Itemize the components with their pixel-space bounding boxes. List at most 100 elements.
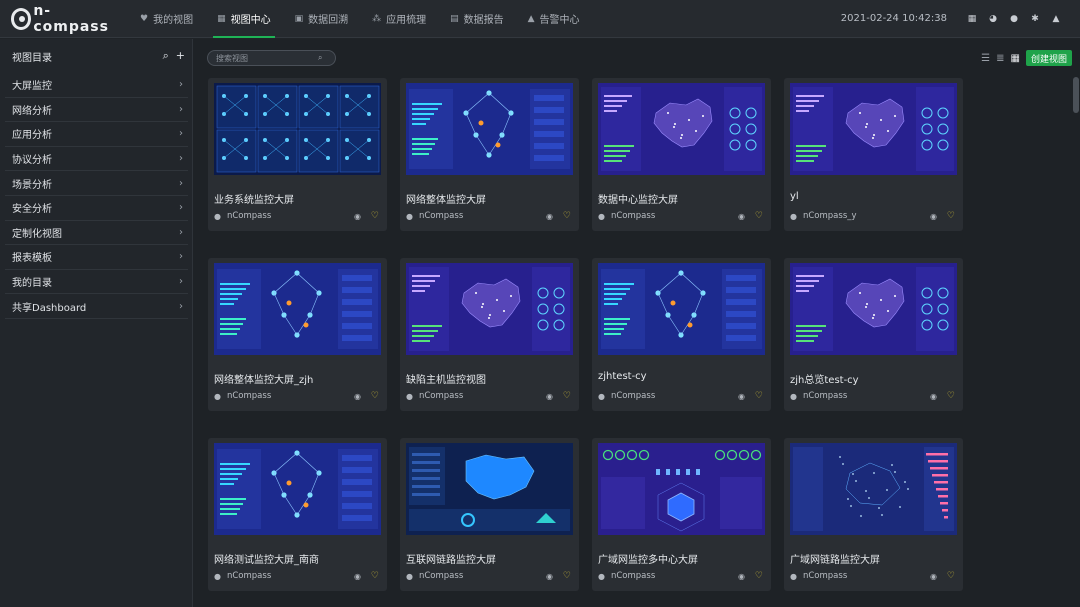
eye-icon[interactable]: ◉: [546, 572, 553, 581]
favorite-heart-icon[interactable]: ♡: [371, 391, 379, 401]
favorite-heart-icon[interactable]: ♡: [947, 391, 955, 401]
search-input[interactable]: [208, 53, 316, 63]
view-card[interactable]: 缺陷主机监控视图 ● nCompass ◉ ♡: [400, 258, 579, 411]
scrollbar[interactable]: [1072, 39, 1080, 607]
view-title[interactable]: 数据中心监控大屏: [598, 191, 678, 206]
view-title[interactable]: zjhtest-cy: [598, 371, 647, 382]
view-card[interactable]: yl ● nCompass_y ◉ ♡: [784, 78, 963, 231]
eye-icon[interactable]: ◉: [354, 572, 361, 581]
create-view-button[interactable]: 创建视图: [1025, 50, 1072, 66]
owner-name: nCompass: [610, 391, 656, 401]
eye-icon[interactable]: ◉: [546, 392, 553, 401]
eye-icon[interactable]: ◉: [930, 572, 937, 581]
view-card[interactable]: zjhtest-cy ● nCompass ◉ ♡: [592, 258, 771, 411]
sidebar-item-5[interactable]: 安全分析 ›: [5, 196, 188, 221]
view-title[interactable]: 广域网链路监控大屏: [790, 551, 880, 566]
favorite-heart-icon[interactable]: ♡: [755, 571, 763, 581]
list-view-icon[interactable]: ☰: [981, 53, 990, 64]
view-title[interactable]: 广域网监控多中心大屏: [598, 551, 698, 566]
view-thumbnail[interactable]: [214, 443, 381, 535]
eye-icon[interactable]: ◉: [738, 572, 745, 581]
search-box[interactable]: ⌕: [207, 50, 336, 66]
favorite-heart-icon[interactable]: ♡: [371, 211, 379, 221]
notification-icon[interactable]: ●: [1006, 11, 1022, 27]
view-thumbnail[interactable]: [790, 263, 957, 355]
view-thumbnail[interactable]: [790, 83, 957, 175]
favorite-heart-icon[interactable]: ♡: [755, 391, 763, 401]
view-thumbnail[interactable]: [214, 83, 381, 175]
search-icon[interactable]: ⌕: [318, 53, 322, 63]
favorite-heart-icon[interactable]: ♡: [371, 571, 379, 581]
nav-item-2[interactable]: ▣ 数据回溯: [283, 0, 361, 38]
favorite-heart-icon[interactable]: ♡: [563, 391, 571, 401]
nav-item-0[interactable]: ♥ 我的视图: [128, 0, 205, 38]
owner-name: nCompass: [418, 571, 464, 581]
view-card[interactable]: 网络测试监控大屏_南商 ● nCompass ◉ ♡: [208, 438, 387, 591]
eye-icon[interactable]: ◉: [354, 392, 361, 401]
settings-icon[interactable]: ✱: [1027, 11, 1043, 27]
favorite-heart-icon[interactable]: ♡: [947, 211, 955, 221]
add-icon[interactable]: +: [176, 49, 185, 63]
view-card[interactable]: zjh总览test-cy ● nCompass ◉ ♡: [784, 258, 963, 411]
sidebar-item-0[interactable]: 大屏监控 ›: [5, 73, 188, 98]
view-title[interactable]: 网络整体监控大屏_zjh: [214, 371, 313, 386]
nav-item-4[interactable]: ▤ 数据报告: [438, 0, 516, 38]
eye-icon[interactable]: ◉: [738, 212, 745, 221]
sidebar-item-4[interactable]: 场景分析 ›: [5, 171, 188, 196]
nav-item-1[interactable]: ▦ 视图中心: [205, 0, 283, 38]
sidebar-item-9[interactable]: 共享Dashboard ›: [5, 294, 188, 319]
eye-icon[interactable]: ◉: [930, 212, 937, 221]
sidebar-item-7[interactable]: 报表模板 ›: [5, 245, 188, 270]
view-thumbnail[interactable]: [406, 263, 573, 355]
search-icon[interactable]: ⌕: [163, 49, 169, 63]
view-card[interactable]: 网络整体监控大屏_zjh ● nCompass ◉ ♡: [208, 258, 387, 411]
view-card[interactable]: 网络整体监控大屏 ● nCompass ◉ ♡: [400, 78, 579, 231]
sidebar-item-label: 定制化视图: [12, 228, 62, 240]
view-card[interactable]: 广域网链路监控大屏 ● nCompass ◉ ♡: [784, 438, 963, 591]
view-thumbnail[interactable]: [598, 263, 765, 355]
view-thumbnail[interactable]: [790, 443, 957, 535]
view-card[interactable]: 业务系统监控大屏 ● nCompass ◉ ♡: [208, 78, 387, 231]
view-title[interactable]: yl: [790, 191, 799, 202]
view-title[interactable]: 网络测试监控大屏_南商: [214, 551, 319, 566]
scrollbar-thumb[interactable]: [1073, 77, 1079, 113]
card-footer: ● nCompass ◉ ♡: [214, 571, 381, 581]
eye-icon[interactable]: ◉: [546, 212, 553, 221]
view-thumbnail[interactable]: [406, 83, 573, 175]
view-title[interactable]: zjh总览test-cy: [790, 371, 859, 386]
view-thumbnail[interactable]: [598, 83, 765, 175]
view-card[interactable]: 广域网监控多中心大屏 ● nCompass ◉ ♡: [592, 438, 771, 591]
bell-icon: ▲: [527, 13, 535, 24]
view-thumbnail[interactable]: [406, 443, 573, 535]
view-title[interactable]: 互联网链路监控大屏: [406, 551, 496, 566]
view-title[interactable]: 缺陷主机监控视图: [406, 371, 486, 386]
grid-view-icon[interactable]: ▦: [1011, 53, 1020, 64]
eye-icon[interactable]: ◉: [354, 212, 361, 221]
user-icon[interactable]: ▲: [1048, 11, 1064, 27]
view-title[interactable]: 网络整体监控大屏: [406, 191, 486, 206]
eye-icon[interactable]: ◉: [738, 392, 745, 401]
favorite-heart-icon[interactable]: ♡: [563, 571, 571, 581]
nav-item-3[interactable]: ⁂ 应用梳理: [360, 0, 438, 38]
card-footer: ● nCompass_y ◉ ♡: [790, 211, 957, 221]
view-thumbnail[interactable]: [214, 263, 381, 355]
logo[interactable]: n-compass: [11, 3, 117, 35]
sidebar-item-3[interactable]: 协议分析 ›: [5, 147, 188, 172]
dashboard-icon[interactable]: ◕: [985, 11, 1001, 27]
favorite-heart-icon[interactable]: ♡: [563, 211, 571, 221]
detail-view-icon[interactable]: ≣: [996, 53, 1004, 64]
nav-item-5[interactable]: ▲ 告警中心: [516, 0, 592, 38]
sidebar-item-8[interactable]: 我的目录 ›: [5, 270, 188, 295]
sidebar-item-6[interactable]: 定制化视图 ›: [5, 221, 188, 246]
apps-icon[interactable]: ▦: [964, 11, 980, 27]
favorite-heart-icon[interactable]: ♡: [755, 211, 763, 221]
view-title[interactable]: 业务系统监控大屏: [214, 191, 294, 206]
view-thumbnail[interactable]: [598, 443, 765, 535]
view-card[interactable]: 数据中心监控大屏 ● nCompass ◉ ♡: [592, 78, 771, 231]
chevron-right-icon: ›: [179, 79, 183, 91]
sidebar-item-1[interactable]: 网络分析 ›: [5, 98, 188, 123]
sidebar-item-2[interactable]: 应用分析 ›: [5, 122, 188, 147]
view-card[interactable]: 互联网链路监控大屏 ● nCompass ◉ ♡: [400, 438, 579, 591]
eye-icon[interactable]: ◉: [930, 392, 937, 401]
favorite-heart-icon[interactable]: ♡: [947, 571, 955, 581]
